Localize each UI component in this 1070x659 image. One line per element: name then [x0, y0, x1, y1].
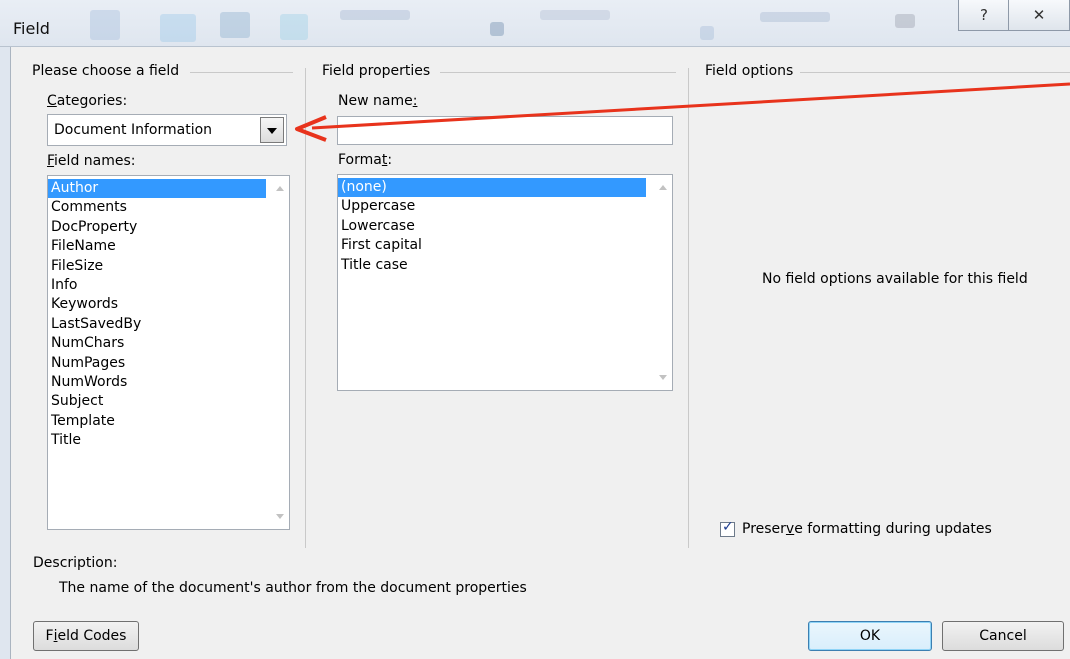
annotation-arrow-line [311, 82, 1070, 130]
annotation-arrow [295, 82, 1070, 142]
